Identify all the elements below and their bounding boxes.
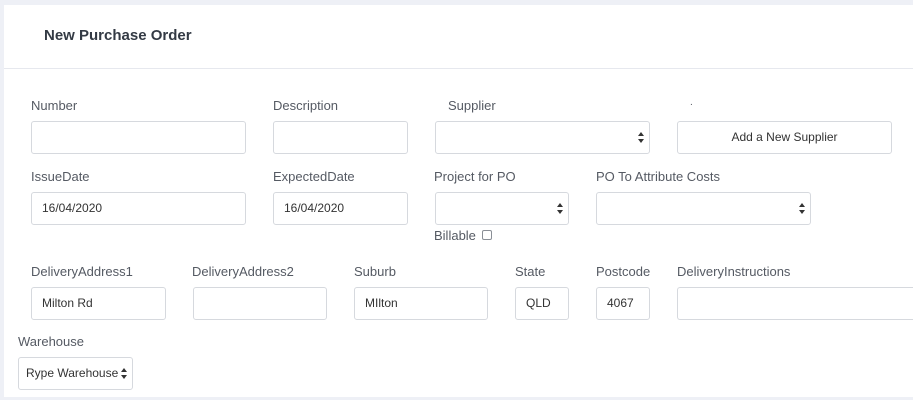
suburb-label: Suburb — [354, 264, 396, 279]
number-input[interactable] — [31, 121, 246, 154]
billable-label: Billable — [434, 228, 476, 243]
billable-checkbox[interactable] — [482, 230, 492, 240]
select-arrows-icon — [121, 367, 128, 381]
postcode-input[interactable]: 4067 — [596, 287, 650, 320]
expected-date-input[interactable]: 16/04/2020 — [273, 192, 408, 225]
number-label: Number — [31, 98, 78, 113]
project-label: Project for PO — [434, 169, 516, 184]
page-title: New Purchase Order — [44, 27, 192, 44]
warehouse-label: Warehouse — [18, 334, 84, 349]
state-label: State — [515, 264, 546, 279]
warehouse-select[interactable]: Rype Warehouse — [18, 357, 133, 390]
description-input[interactable] — [273, 121, 408, 154]
attribute-costs-label: PO To Attribute Costs — [596, 169, 721, 184]
description-label: Description — [273, 98, 339, 113]
issue-date-input[interactable]: 16/04/2020 — [31, 192, 246, 225]
select-arrows-icon — [638, 131, 645, 145]
spacer-dot: . — [690, 97, 693, 108]
delivery-instructions-label: DeliveryInstructions — [677, 264, 791, 279]
delivery-address2-label: DeliveryAddress2 — [192, 264, 294, 279]
expected-date-label: ExpectedDate — [273, 169, 355, 184]
suburb-input[interactable]: MIlton — [354, 287, 488, 320]
issue-date-label: IssueDate — [31, 169, 90, 184]
panel-header: New Purchase Order — [4, 5, 913, 69]
state-input[interactable]: QLD — [515, 287, 569, 320]
project-select[interactable] — [435, 192, 569, 225]
purchase-order-panel: New Purchase Order Number Description Su… — [4, 5, 913, 397]
delivery-address2-input[interactable] — [193, 287, 327, 320]
supplier-label: Supplier — [448, 98, 496, 113]
select-arrows-icon — [557, 202, 564, 216]
delivery-instructions-input[interactable] — [677, 287, 913, 320]
delivery-address1-label: DeliveryAddress1 — [31, 264, 133, 279]
postcode-label: Postcode — [596, 264, 651, 279]
supplier-select[interactable] — [435, 121, 650, 154]
delivery-address1-input[interactable]: Milton Rd — [31, 287, 166, 320]
attribute-costs-select[interactable] — [596, 192, 811, 225]
warehouse-selected-value: Rype Warehouse — [26, 366, 119, 380]
add-supplier-button[interactable]: Add a New Supplier — [677, 121, 892, 154]
select-arrows-icon — [799, 202, 806, 216]
